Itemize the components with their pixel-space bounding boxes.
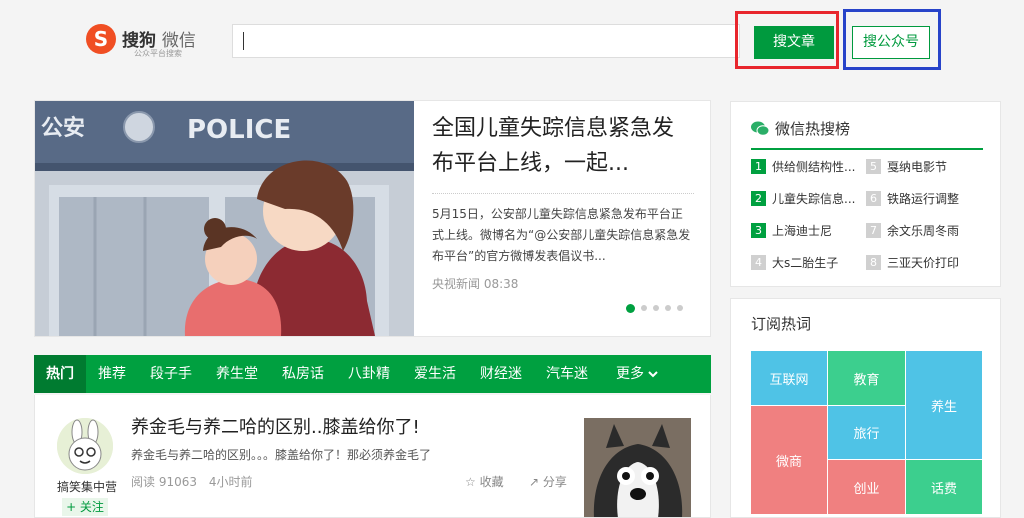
carousel-dot[interactable] — [665, 305, 671, 311]
nav-more-dropdown[interactable]: 更多 — [604, 355, 670, 393]
favorite-button[interactable]: ☆ 收藏 — [465, 473, 504, 490]
featured-story-title[interactable]: 全国儿童失踪信息紧急发布平台上线，一起... — [432, 111, 694, 181]
featured-story-time: 08:38 — [483, 277, 519, 291]
read-count: 91063 — [158, 475, 198, 489]
category-nav: 热门 推荐 段子手 养生堂 私房话 八卦精 爱生活 财经迷 汽车迷 更多 — [34, 355, 711, 393]
police-illustration: 公安 POLICE — [35, 101, 414, 336]
rank-badge: 8 — [866, 255, 881, 270]
hot-search-text: 儿童失踪信息... — [772, 192, 856, 206]
rank-badge: 4 — [751, 255, 766, 270]
hot-search-text: 供给侧结构性... — [772, 160, 856, 174]
keyword-tile[interactable]: 微商 — [751, 406, 827, 514]
featured-story-text: 全国儿童失踪信息紧急发布平台上线，一起... 5月15日，公安部儿童失踪信息紧急… — [432, 111, 694, 292]
hot-search-text: 上海迪士尼 — [772, 224, 833, 238]
article-title[interactable]: 养金毛与养二哈的区别..膝盖给你了! — [131, 413, 420, 439]
keyword-tile[interactable]: 旅行 — [828, 406, 905, 459]
rank-badge: 3 — [751, 223, 766, 238]
favorite-label: 收藏 — [479, 475, 504, 489]
nav-tab-life[interactable]: 爱生活 — [402, 355, 468, 393]
hot-search-underline — [751, 148, 983, 150]
hot-search-text: 铁路运行调整 — [887, 192, 960, 206]
read-label: 阅读 — [131, 475, 156, 489]
author-avatar[interactable] — [57, 418, 113, 474]
article-summary: 养金毛与养二哈的区别。。。膝盖给你了！那必须养金毛了 — [131, 448, 432, 462]
hot-search-text: 三亚天价打印 — [887, 256, 960, 270]
nav-tab-cars[interactable]: 汽车迷 — [534, 355, 600, 393]
hot-search-panel: 微信热搜榜 1 供给侧结构性... 5 戛纳电影节 2 儿童失踪信息... 6 铁路运行… — [730, 101, 1001, 287]
wechat-icon — [751, 121, 769, 136]
rank-badge: 2 — [751, 191, 766, 206]
nav-tab-finance[interactable]: 财经迷 — [468, 355, 534, 393]
hot-search-item[interactable]: 4 大s二胎生子 — [751, 254, 863, 274]
featured-story-source: 央视新闻 — [432, 277, 481, 291]
sogou-logo-icon: S — [86, 24, 116, 54]
carousel-dots — [626, 304, 683, 313]
nav-tab-recommend[interactable]: 推荐 — [86, 355, 138, 393]
hot-search-text: 戛纳电影节 — [887, 160, 948, 174]
hot-search-item[interactable]: 7 余文乐周冬雨 — [866, 222, 978, 242]
keyword-tile[interactable]: 话费 — [906, 460, 982, 514]
nav-tab-gossip[interactable]: 八卦精 — [336, 355, 402, 393]
share-icon: ↗ — [529, 475, 540, 489]
search-article-button[interactable]: 搜文章 — [754, 26, 834, 59]
rank-badge: 5 — [866, 159, 881, 174]
logo-subtitle: 公众平台搜索 — [134, 49, 182, 58]
rank-badge: 1 — [751, 159, 766, 174]
hot-search-item[interactable]: 1 供给侧结构性... — [751, 158, 863, 178]
article-thumbnail[interactable] — [584, 418, 691, 517]
sogou-weixin-logo[interactable]: S 搜狗 微信 公众平台搜索 — [86, 24, 216, 60]
image-police-cn: 公安 — [41, 115, 85, 141]
chevron-down-icon — [648, 371, 659, 378]
featured-story-meta: 央视新闻 08:38 — [432, 275, 694, 292]
divider — [432, 193, 694, 194]
keyword-tile[interactable]: 创业 — [828, 460, 905, 514]
carousel-dot[interactable] — [626, 304, 635, 313]
article-card: 搞笑集中营 + 关注 养金毛与养二哈的区别..膝盖给你了! 养金毛与养二哈的区别… — [34, 395, 711, 518]
text-caret — [243, 32, 244, 50]
subscribe-keywords-title: 订阅热词 — [751, 315, 812, 333]
featured-story: 公安 POLICE 全国儿童失踪信息紧急发布平台上线，一起... 5月15日，公… — [34, 100, 711, 337]
featured-story-summary: 5月15日，公安部儿童失踪信息紧急发布平台正式上线。微博名为“@公安部儿童失踪信… — [432, 207, 691, 263]
image-police-en: POLICE — [187, 115, 291, 145]
hot-search-text: 余文乐周冬雨 — [887, 224, 960, 238]
author-name[interactable]: 搞笑集中营 — [45, 478, 129, 495]
hot-search-item[interactable]: 2 儿童失踪信息... — [751, 190, 863, 210]
search-input[interactable] — [232, 24, 740, 58]
rabbit-avatar-icon — [57, 418, 113, 474]
nav-tab-hot[interactable]: 热门 — [34, 355, 86, 393]
hot-search-text: 大s二胎生子 — [772, 256, 839, 270]
nav-tab-jokes[interactable]: 段子手 — [138, 355, 204, 393]
rank-badge: 6 — [866, 191, 881, 206]
carousel-dot[interactable] — [641, 305, 647, 311]
hot-search-item[interactable]: 8 三亚天价打印 — [866, 254, 978, 274]
hot-search-item[interactable]: 3 上海迪士尼 — [751, 222, 863, 242]
nav-tab-health[interactable]: 养生堂 — [204, 355, 270, 393]
nav-more-label: 更多 — [616, 366, 644, 382]
share-label: 分享 — [542, 475, 567, 489]
keyword-tile[interactable]: 养生 — [906, 351, 982, 459]
keyword-tile[interactable]: 教育 — [828, 351, 905, 405]
nav-tab-private[interactable]: 私房话 — [270, 355, 336, 393]
header: S 搜狗 微信 公众平台搜索 搜文章 搜公众号 — [0, 0, 1024, 80]
search-account-button[interactable]: 搜公众号 — [852, 26, 930, 59]
follow-button[interactable]: + 关注 — [62, 498, 108, 516]
keyword-tile[interactable]: 互联网 — [751, 351, 827, 405]
subscribe-keywords-panel: 订阅热词 互联网 教育 养生 微商 旅行 创业 话费 — [730, 298, 1001, 518]
hot-search-header: 微信热搜榜 — [751, 118, 850, 139]
rank-badge: 7 — [866, 223, 881, 238]
star-icon: ☆ — [465, 475, 476, 489]
husky-photo — [584, 418, 691, 517]
share-button[interactable]: ↗ 分享 — [529, 473, 567, 490]
article-time: 4小时前 — [208, 475, 253, 489]
hot-search-title: 微信热搜榜 — [775, 120, 851, 138]
carousel-dot[interactable] — [677, 305, 683, 311]
hot-search-item[interactable]: 5 戛纳电影节 — [866, 158, 978, 178]
article-meta: 阅读 91063 4小时前 — [131, 473, 253, 490]
featured-story-image[interactable]: 公安 POLICE — [35, 101, 414, 336]
carousel-dot[interactable] — [653, 305, 659, 311]
hot-search-item[interactable]: 6 铁路运行调整 — [866, 190, 978, 210]
